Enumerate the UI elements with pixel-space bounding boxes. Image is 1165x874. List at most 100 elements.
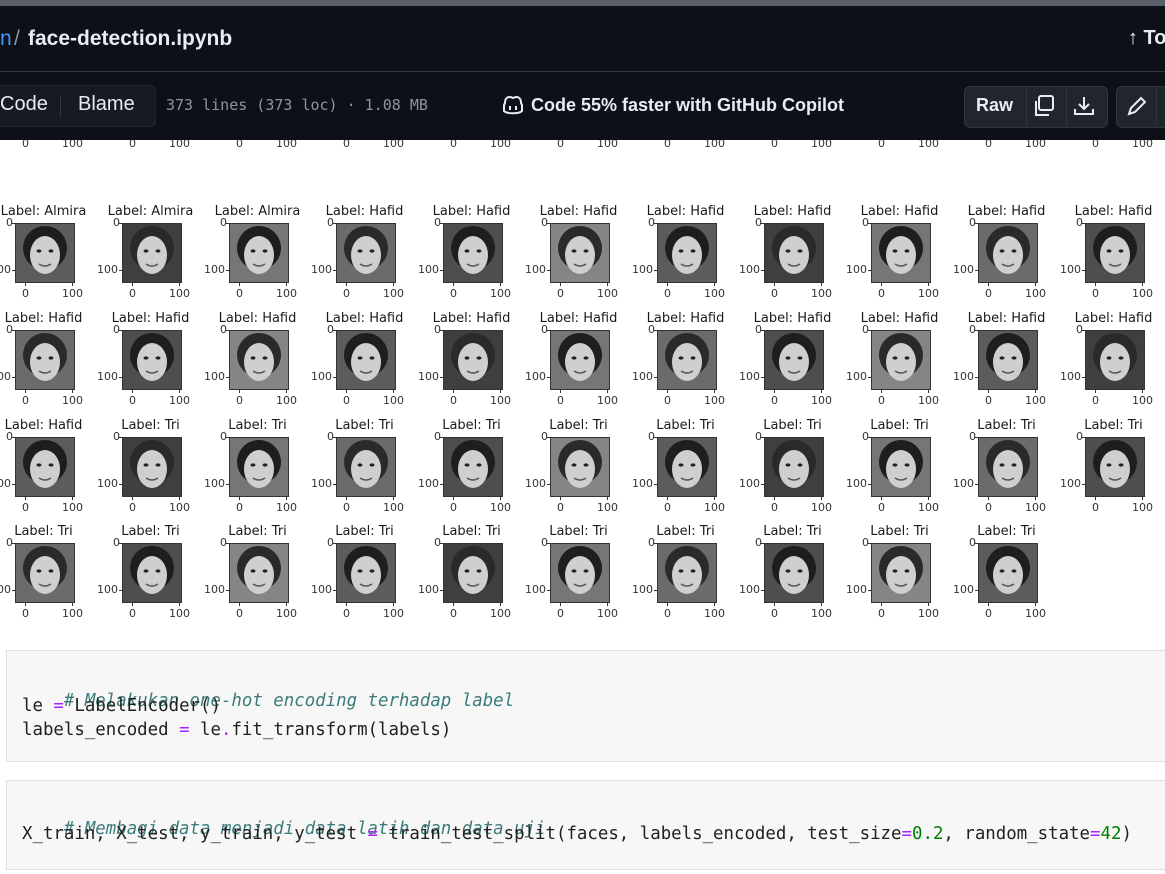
back-to-top-link[interactable]: ↑ To	[1128, 27, 1165, 50]
x-tick-mark	[928, 497, 929, 500]
x-tick-mark	[1142, 283, 1143, 286]
x-tick-mark	[286, 497, 287, 500]
x-tick-label: 0	[878, 501, 885, 514]
x-tick-label: 100	[169, 607, 190, 620]
face-image	[764, 223, 824, 283]
y-tick-mark	[12, 484, 15, 485]
tab-code[interactable]: Code	[0, 93, 48, 116]
x-tick-label: 100	[1132, 287, 1153, 300]
y-tick-label: 0	[220, 430, 227, 443]
x-tick-mark	[346, 603, 347, 606]
x-tick-label: 0	[236, 607, 243, 620]
x-tick-mark	[607, 283, 608, 286]
x-tick-label: 100	[704, 501, 725, 514]
face-subplot: 01000100	[525, 140, 632, 160]
x-tick-mark	[1035, 283, 1036, 286]
face-image	[1085, 223, 1145, 283]
face-subplot: Label: Hafid01000100	[418, 203, 525, 310]
x-tick-label: 100	[918, 501, 939, 514]
y-tick-label: 0	[434, 430, 441, 443]
button-divider	[1026, 86, 1027, 126]
y-tick-label: 100	[846, 370, 867, 383]
y-tick-label: 0	[434, 216, 441, 229]
code-text: , random_state	[943, 824, 1091, 844]
face-subplot: Label: Hafid01000100	[846, 310, 953, 417]
y-tick-label: 0	[862, 430, 869, 443]
y-tick-label: 0	[6, 216, 13, 229]
x-tick-label: 100	[704, 140, 725, 150]
y-tick-label: 100	[1060, 263, 1081, 276]
y-tick-mark	[119, 270, 122, 271]
x-tick-label: 0	[878, 287, 885, 300]
x-tick-mark	[988, 390, 989, 393]
x-tick-mark	[25, 497, 26, 500]
x-tick-mark	[453, 497, 454, 500]
download-icon[interactable]	[1071, 93, 1097, 119]
x-tick-mark	[132, 603, 133, 606]
face-subplot: Label: Tri01000100	[97, 417, 204, 524]
face-subplot: Label: Hafid01000100	[953, 310, 1060, 417]
pencil-icon[interactable]	[1124, 93, 1150, 119]
y-tick-label: 0	[1076, 430, 1083, 443]
y-tick-label: 0	[113, 323, 120, 336]
y-tick-label: 100	[97, 477, 118, 490]
x-tick-label: 0	[771, 287, 778, 300]
x-tick-label: 100	[811, 501, 832, 514]
y-tick-label: 0	[220, 536, 227, 549]
face-image	[550, 330, 610, 390]
x-tick-label: 0	[129, 501, 136, 514]
y-tick-label: 100	[311, 263, 332, 276]
x-tick-label: 0	[450, 287, 457, 300]
y-tick-label: 0	[541, 216, 548, 229]
x-tick-label: 0	[878, 607, 885, 620]
face-subplot: Label: Hafid01000100	[632, 203, 739, 310]
code-text: fit_transform(labels)	[231, 720, 452, 740]
raw-button[interactable]: Raw	[976, 95, 1013, 116]
y-tick-label: 0	[648, 430, 655, 443]
face-image	[229, 223, 289, 283]
x-tick-label: 0	[557, 501, 564, 514]
y-tick-label: 100	[97, 583, 118, 596]
x-tick-label: 100	[62, 394, 83, 407]
y-tick-mark	[547, 377, 550, 378]
copy-icon[interactable]	[1031, 93, 1057, 119]
x-tick-mark	[500, 497, 501, 500]
copilot-promo-link[interactable]: Code 55% faster with GitHub Copilot	[531, 95, 844, 116]
y-tick-mark	[975, 484, 978, 485]
face-subplot: Label: Hafid01000100	[97, 310, 204, 417]
y-tick-mark	[761, 484, 764, 485]
x-tick-mark	[881, 497, 882, 500]
y-tick-mark	[868, 590, 871, 591]
x-tick-mark	[25, 390, 26, 393]
y-tick-label: 100	[311, 477, 332, 490]
x-tick-label: 100	[597, 607, 618, 620]
x-tick-mark	[72, 283, 73, 286]
code-text: LabelEncoder()	[63, 696, 221, 716]
y-tick-label: 0	[434, 323, 441, 336]
face-image	[978, 437, 1038, 497]
x-tick-label: 0	[450, 607, 457, 620]
face-image	[229, 543, 289, 603]
y-tick-label: 0	[1076, 216, 1083, 229]
tab-blame[interactable]: Blame	[78, 93, 135, 116]
code-operator: =	[1090, 824, 1101, 844]
y-tick-mark	[1082, 377, 1085, 378]
y-tick-mark	[333, 590, 336, 591]
face-image	[871, 437, 931, 497]
x-tick-mark	[1095, 497, 1096, 500]
face-subplot: Label: Hafid01000100	[739, 203, 846, 310]
x-tick-mark	[667, 497, 668, 500]
x-tick-mark	[881, 390, 882, 393]
face-subplot: Label: Tri01000100	[311, 523, 418, 630]
face-subplot: 01000100	[953, 140, 1060, 160]
face-subplot: Label: Tri01000100	[953, 417, 1060, 524]
x-tick-label: 100	[276, 287, 297, 300]
face-subplot: 01000100	[418, 140, 525, 160]
x-tick-label: 100	[276, 501, 297, 514]
y-tick-label: 0	[755, 430, 762, 443]
x-tick-label: 0	[236, 287, 243, 300]
breadcrumb-repo-link[interactable]: n	[0, 27, 12, 51]
y-tick-label: 100	[739, 370, 760, 383]
code-text: )	[1121, 824, 1132, 844]
code-text: labels_encoded	[22, 720, 180, 740]
